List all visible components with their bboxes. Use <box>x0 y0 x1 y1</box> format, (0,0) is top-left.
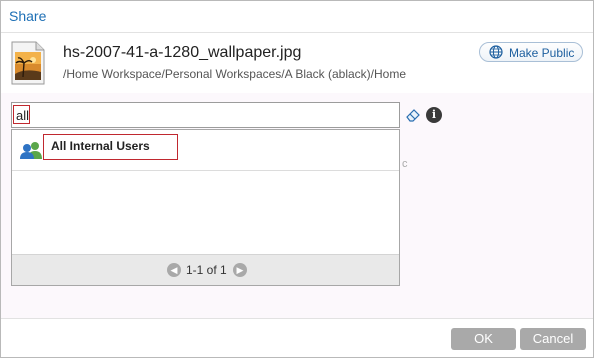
pager: ◀ 1-1 of 1 ▶ <box>12 254 399 285</box>
suggestion-label: All Internal Users <box>51 139 150 153</box>
make-public-label: Make Public <box>509 46 575 60</box>
next-page-icon[interactable]: ▶ <box>233 263 247 277</box>
globe-icon <box>489 45 503 59</box>
make-public-button[interactable]: Make Public <box>479 42 583 62</box>
pager-text: 1-1 of 1 <box>186 263 227 277</box>
search-box[interactable] <box>11 102 400 128</box>
cancel-button[interactable]: Cancel <box>520 328 586 350</box>
title-divider <box>1 32 593 33</box>
dialog-title: Share <box>9 8 47 24</box>
file-path: /Home Workspace/Personal Workspaces/A Bl… <box>63 67 407 81</box>
share-dialog: Share hs-2007-41-a-1280_wallpaper.jpg /H… <box>0 0 594 358</box>
ok-button[interactable]: OK <box>451 328 516 350</box>
eraser-icon[interactable] <box>405 107 421 123</box>
suggestions-dropdown: All Internal Users ◀ 1-1 of 1 ▶ <box>11 129 400 286</box>
previous-page-icon[interactable]: ◀ <box>167 263 181 277</box>
info-icon[interactable]: i <box>426 107 442 123</box>
partial-hint-text: c <box>402 158 408 170</box>
users-group-icon <box>20 142 42 159</box>
search-input[interactable] <box>14 106 398 124</box>
file-name: hs-2007-41-a-1280_wallpaper.jpg <box>63 44 302 61</box>
footer-divider <box>1 318 593 319</box>
suggestion-item[interactable]: All Internal Users <box>12 130 399 171</box>
image-file-icon <box>11 41 45 85</box>
